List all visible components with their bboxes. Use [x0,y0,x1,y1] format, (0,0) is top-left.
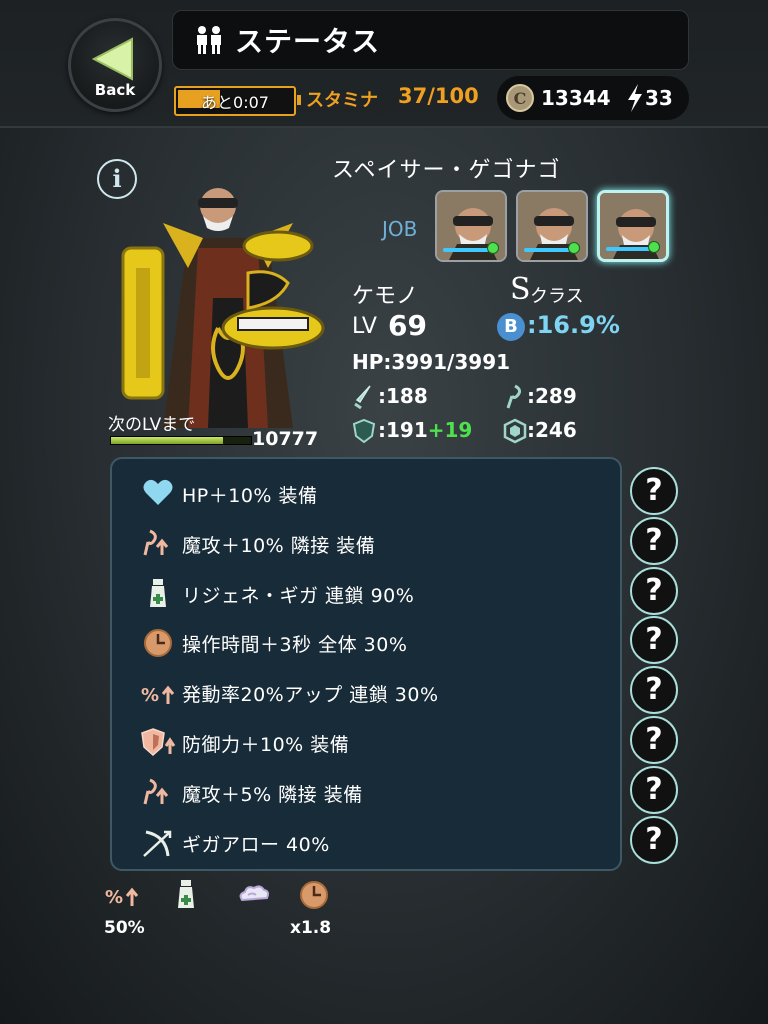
class-letter: S [510,272,531,307]
hexagon-icon [503,418,527,444]
skill-row: 魔攻＋10% 隣接 装備 [136,523,606,563]
stamina-timer: あと0:07 [201,93,269,112]
svg-text:%: % [105,887,123,908]
sword-icon [354,385,371,410]
hp-value: HP:3991/3991 [352,350,511,374]
skill-row: 魔攻＋5% 隣接 装備 [136,772,606,812]
back-button[interactable]: Back [68,18,162,112]
bottom-summary-value: 50% [104,918,145,938]
page-title: ステータス [235,25,381,58]
skill-help-button[interactable]: ? [630,616,678,665]
currency-pill: C 13344 33 [497,76,689,120]
skill-row: ギガアロー 40% [136,822,606,862]
race-label: ケモノ [352,284,419,309]
potion-icon [140,577,176,609]
magic-attack-value: :289 [527,384,577,408]
b-badge: B [497,313,525,341]
skill-row: リジェネ・ギガ 連鎖 90% [136,573,606,613]
skill-text: 操作時間＋3秒 全体 30% [182,634,408,657]
clock-icon [296,878,332,914]
potion-icon [168,878,204,914]
skill-row: HP＋10% 装備 [136,473,606,513]
skill-panel: HP＋10% 装備魔攻＋10% 隣接 装備リジェネ・ギガ 連鎖 90% 操作時間＋… [110,457,622,871]
job-card-2[interactable] [516,190,588,262]
svg-text:C: C [514,89,527,108]
magic-attack-up-icon [140,527,176,559]
level-label: LV [352,314,377,339]
wand-icon [506,384,522,409]
skill-text: 発動率20%アップ 連鎖 30% [182,684,439,707]
top-bar: Back ステータス あと0:07 スタミナ 37/100 C 13344 33 [0,0,768,128]
skill-text: HP＋10% 装備 [182,485,318,507]
stamina-bar: あと0:07 [174,86,301,116]
bow-icon [140,826,176,858]
skill-help-button[interactable]: ? [630,765,678,814]
job-status-dot [648,241,660,253]
defense-value: :191+19 [378,418,472,442]
skill-row: 防御力＋10% 装備 [136,722,606,762]
b-rate: :16.9% [527,311,620,339]
stamina-value: 37/100 [398,84,479,108]
job-hp-bar [524,248,570,252]
exp-remaining: 10777 [252,428,319,450]
job-portrait [600,193,666,259]
skill-text: ギガアロー 40% [182,833,330,856]
defense-bonus: +19 [427,418,473,442]
job-card-1[interactable] [435,190,507,262]
magic-defense-value: :246 [527,418,577,442]
back-arrow-icon [92,37,133,81]
title-bar: ステータス [172,10,689,70]
class-label: クラス [530,286,584,307]
job-hp-bar [443,248,489,252]
percent-up-icon: % [140,676,176,708]
skill-text: 防御力＋10% 装備 [182,734,350,756]
skill-help-button[interactable]: ? [630,666,678,715]
skill-help-button[interactable]: ? [630,716,678,764]
party-icon [197,26,221,54]
bottom-summary-value: x1.8 [290,918,332,938]
shield-up-icon [140,726,176,758]
magic-attack-up-icon [140,776,176,808]
skill-text: リジェネ・ギガ 連鎖 90% [182,584,415,607]
job-hp-bar [606,247,652,251]
character-name: スペイサー・ゲゴナゴ [332,158,561,183]
next-level-label: 次のLVまで [108,415,196,435]
skill-help-button[interactable]: ? [630,516,678,565]
job-label: JOB [382,217,418,241]
skill-text: 魔攻＋10% 隣接 装備 [182,534,376,557]
defense-base: :191 [378,418,428,442]
skill-help-button[interactable]: ? [630,815,678,864]
level-value: 69 [388,309,427,342]
cloud-icon [236,878,272,914]
back-label: Back [94,81,136,99]
job-card-3[interactable] [597,190,669,262]
lightning-icon [628,84,642,112]
skill-help-button[interactable]: ? [630,566,678,615]
coin-icon: C [506,84,534,112]
energy-count: 33 [645,86,673,110]
skill-text: 魔攻＋5% 隣接 装備 [182,783,363,806]
exp-fill [111,437,223,444]
svg-text:%: % [141,685,159,706]
clock-icon [140,626,176,658]
character-portrait [121,188,325,428]
coin-count: 13344 [541,86,611,110]
job-status-dot [487,242,499,254]
attack-value: :188 [378,384,428,408]
skill-row: % 発動率20%アップ 連鎖 30% [136,672,606,712]
shield-icon [352,418,376,444]
job-status-dot [568,242,580,254]
skill-help-button[interactable]: ? [630,467,678,515]
stamina-label: スタミナ [306,90,378,111]
exp-bar [110,436,252,445]
percent-up-icon: % [104,878,140,914]
heart-icon [140,477,176,509]
skill-row: 操作時間＋3秒 全体 30% [136,622,606,662]
